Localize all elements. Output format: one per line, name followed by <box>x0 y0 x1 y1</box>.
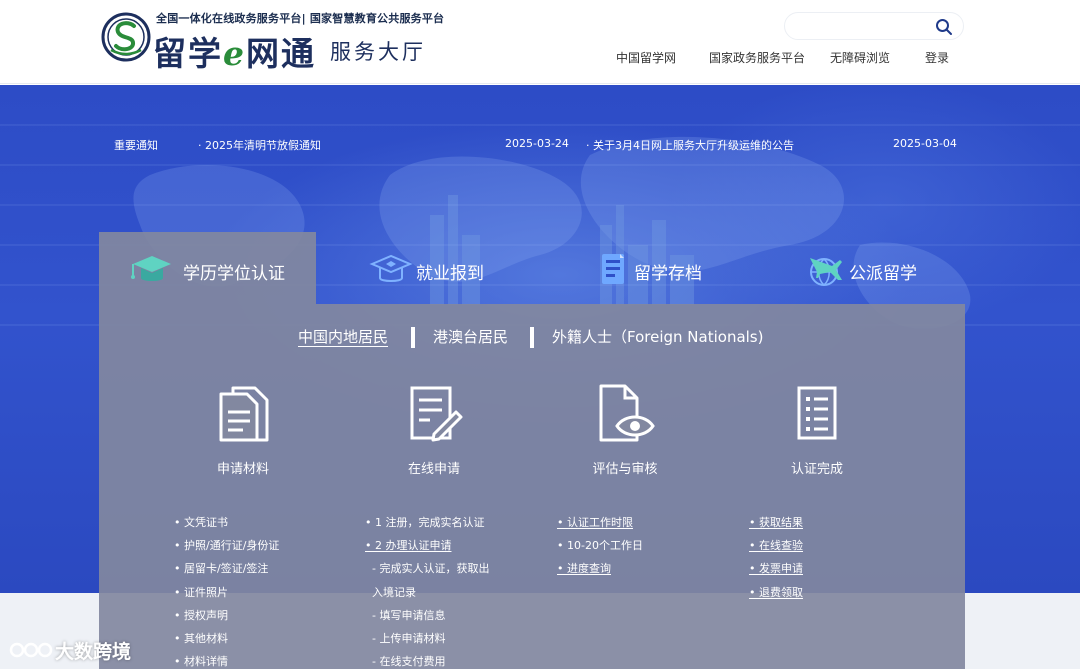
tab-label: 公派留学 <box>849 264 917 284</box>
material-item[interactable]: • 护照/通行证/身份证 <box>174 534 364 557</box>
nav-link-accessibility[interactable]: 无障碍浏览 <box>830 49 890 66</box>
refund-claim-link[interactable]: • 退费领取 <box>749 581 939 604</box>
material-item[interactable]: • 材料详情 <box>174 650 364 669</box>
material-item[interactable]: • 文凭证书 <box>174 511 364 534</box>
archive-folder-icon <box>602 254 624 284</box>
progress-query-link[interactable]: • 进度查询 <box>557 557 747 580</box>
application-step-item: • 1 注册，完成实名认证 <box>365 516 485 529</box>
step-label: 认证完成 <box>790 462 843 477</box>
documents-icon <box>219 386 269 442</box>
application-substep-item: 入境记录 <box>365 585 416 599</box>
get-result-link[interactable]: • 获取结果 <box>749 511 939 534</box>
step-online-application[interactable]: 在线申请 <box>334 382 534 482</box>
application-steps-list: • 1 注册，完成实名认证 • 2 办理认证申请 - 完成实人认证，获取出 入境… <box>365 511 555 669</box>
nav-link-login[interactable]: 登录 <box>925 49 949 66</box>
invoice-request-link[interactable]: • 发票申请 <box>749 557 939 580</box>
tab-archive[interactable]: 留学存档 <box>560 232 750 304</box>
notice-item-upgrade[interactable]: · 关于3月4日网上服务大厅升级运维的公告 <box>586 137 794 153</box>
search-box <box>784 12 964 40</box>
application-substep-item: - 上传申请材料 <box>365 631 446 645</box>
checklist-icon <box>797 386 837 440</box>
application-step-link[interactable]: • 2 办理认证申请 <box>365 534 555 557</box>
notice-date: 2025-03-04 <box>893 137 957 150</box>
material-item[interactable]: • 授权声明 <box>174 604 364 627</box>
step-label: 评估与审核 <box>592 462 658 477</box>
review-time-limit-link[interactable]: • 认证工作时限 <box>557 511 747 534</box>
tab-label: 学历学位认证 <box>183 264 285 284</box>
search-input[interactable] <box>797 17 932 37</box>
site-tagline: 全国一体化在线政务服务平台| 国家智慧教育公共服务平台 <box>156 12 445 25</box>
tab-gov-sponsored-study[interactable]: 公派留学 <box>772 232 965 304</box>
airplane-globe-icon <box>810 258 842 286</box>
material-item[interactable]: • 居留卡/签证/签注 <box>174 557 364 580</box>
subtab-mainland[interactable]: 中国内地居民 <box>298 326 388 347</box>
tab-label: 就业报到 <box>416 264 484 284</box>
review-duration: • 10-20个工作日 <box>557 539 643 553</box>
step-certification-complete[interactable]: 认证完成 <box>717 382 917 482</box>
employment-cap-icon <box>369 254 413 282</box>
material-item[interactable]: • 证件照片 <box>174 581 364 604</box>
notice-item-qingming[interactable]: · 2025年清明节放假通知 <box>198 137 321 153</box>
subtab-hk-macau-taiwan[interactable]: 港澳台居民 <box>433 326 508 347</box>
application-substep-item: - 在线支付费用 <box>365 655 446 669</box>
subtab-divider <box>411 327 415 348</box>
subtab-foreign[interactable]: 外籍人士（Foreign Nationals) <box>552 326 763 347</box>
document-eye-icon <box>599 384 655 442</box>
application-substep-item: - 完成实人认证，获取出 <box>365 562 490 576</box>
watermark-text: 大数跨境 <box>55 641 132 663</box>
nav-link-gov-service[interactable]: 国家政务服务平台 <box>709 49 805 66</box>
materials-list: • 文凭证书 • 护照/通行证/身份证 • 居留卡/签证/签注 • 证件照片 •… <box>174 511 364 669</box>
graduation-cap-icon <box>131 256 171 281</box>
material-item[interactable]: • 其他材料 <box>174 627 364 650</box>
tab-degree-certification[interactable]: 学历学位认证 <box>99 232 316 304</box>
online-verify-link[interactable]: • 在线查验 <box>749 534 939 557</box>
residency-subtabs: 中国内地居民 港澳台居民 外籍人士（Foreign Nationals) <box>99 326 965 350</box>
search-icon[interactable] <box>935 18 953 36</box>
certification-panel: 中国内地居民 港澳台居民 外籍人士（Foreign Nationals) 申请材… <box>99 304 965 669</box>
step-label: 申请材料 <box>216 462 269 477</box>
form-edit-icon <box>410 386 463 442</box>
notice-label: 重要通知 <box>114 139 158 152</box>
tab-employment[interactable]: 就业报到 <box>338 232 538 304</box>
step-application-materials[interactable]: 申请材料 <box>143 382 343 482</box>
notice-date: 2025-03-24 <box>505 137 569 150</box>
site-header: 全国一体化在线政务服务平台| 国家智慧教育公共服务平台 留学e网通 服务大厅 中… <box>0 0 1080 84</box>
completion-links-list: • 获取结果 • 在线查验 • 发票申请 • 退费领取 <box>749 511 939 604</box>
step-label: 在线申请 <box>407 462 460 477</box>
application-substep-item: - 填写申请信息 <box>365 608 446 622</box>
nav-link-china-study[interactable]: 中国留学网 <box>616 49 676 66</box>
watermark-logo-icon <box>9 642 53 658</box>
tab-label: 留学存档 <box>634 264 702 284</box>
review-info-list: • 认证工作时限 • 10-20个工作日 • 进度查询 <box>557 511 747 581</box>
subtab-divider <box>530 327 534 348</box>
step-evaluation-review[interactable]: 评估与审核 <box>525 382 725 482</box>
top-nav: 中国留学网 国家政务服务平台 无障碍浏览 登录 <box>0 49 1080 66</box>
